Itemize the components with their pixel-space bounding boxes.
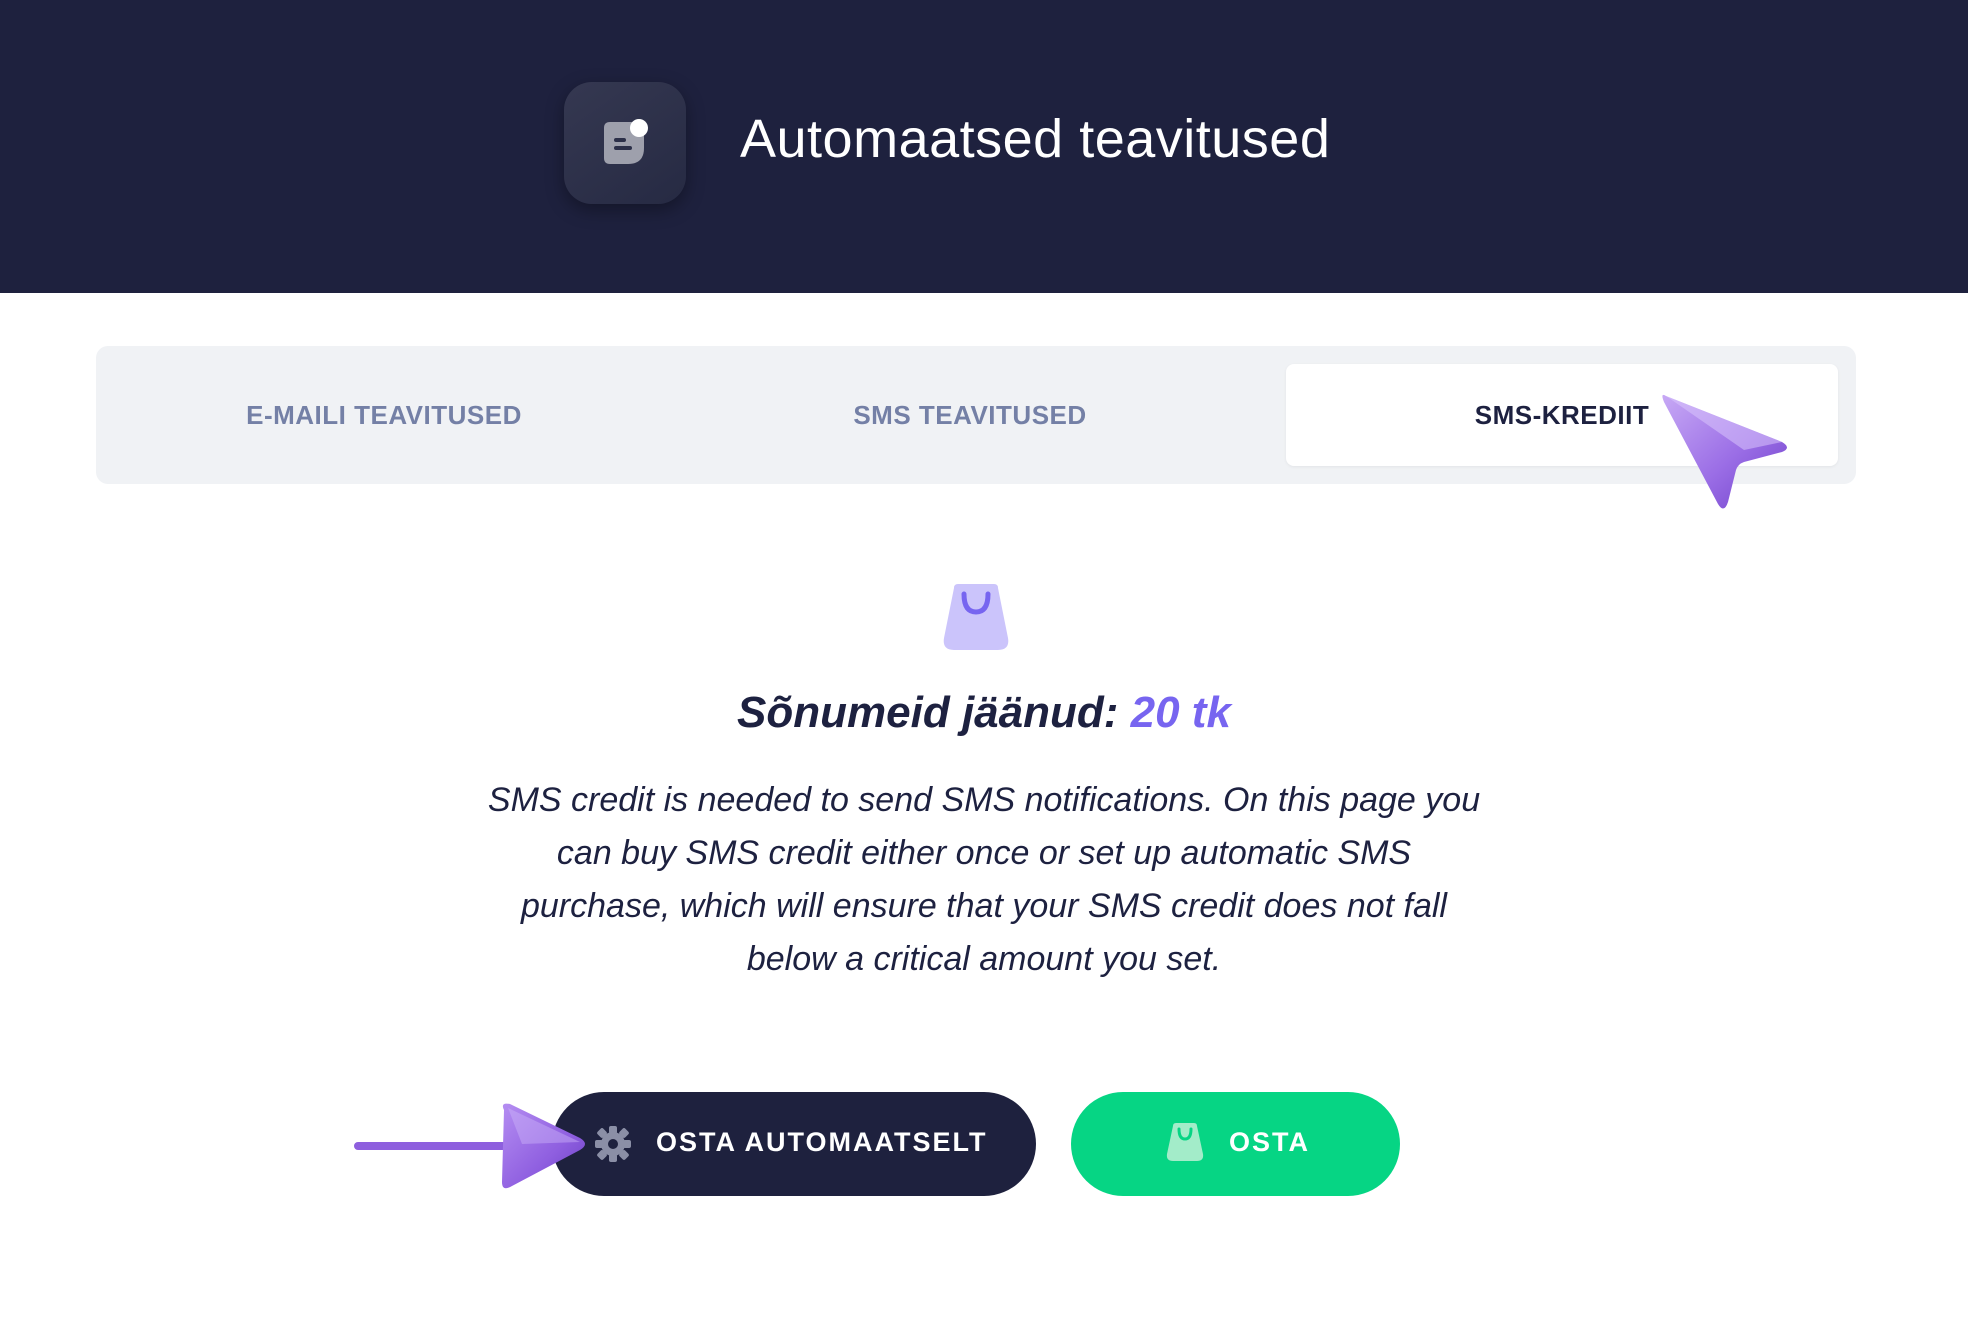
pointer-arrow-icon	[354, 1103, 585, 1189]
remaining-count: 20 tk	[1130, 688, 1231, 737]
buy-automatically-button[interactable]: OSTA AUTOMAATSELT	[552, 1092, 1036, 1196]
chat-bubble-notification-icon	[564, 82, 686, 204]
buy-button[interactable]: OSTA	[1071, 1092, 1400, 1196]
remaining-messages-heading: Sõnumeid jäänud: 20 tk	[0, 688, 1968, 738]
tab-bar: E-MAILI TEAVITUSED SMS TEAVITUSED SMS-KR…	[96, 346, 1856, 484]
remaining-label: Sõnumeid jäänud:	[737, 688, 1119, 737]
tab-sms-notifications[interactable]: SMS TEAVITUSED	[694, 364, 1246, 466]
sms-credit-description: SMS credit is needed to send SMS notific…	[487, 781, 1481, 978]
buy-label: OSTA	[1229, 1127, 1310, 1157]
buy-automatically-label: OSTA AUTOMAATSELT	[656, 1127, 988, 1157]
tab-email-notifications[interactable]: E-MAILI TEAVITUSED	[108, 364, 660, 466]
gear-icon	[595, 1126, 631, 1162]
page-title: Automaatsed teavitused	[740, 109, 1331, 169]
shopping-bag-icon	[1166, 1123, 1204, 1161]
shopping-bag-icon	[943, 584, 1009, 650]
header: Automaatsed teavitused	[0, 0, 1968, 293]
pointer-cursor-icon	[1662, 394, 1787, 509]
